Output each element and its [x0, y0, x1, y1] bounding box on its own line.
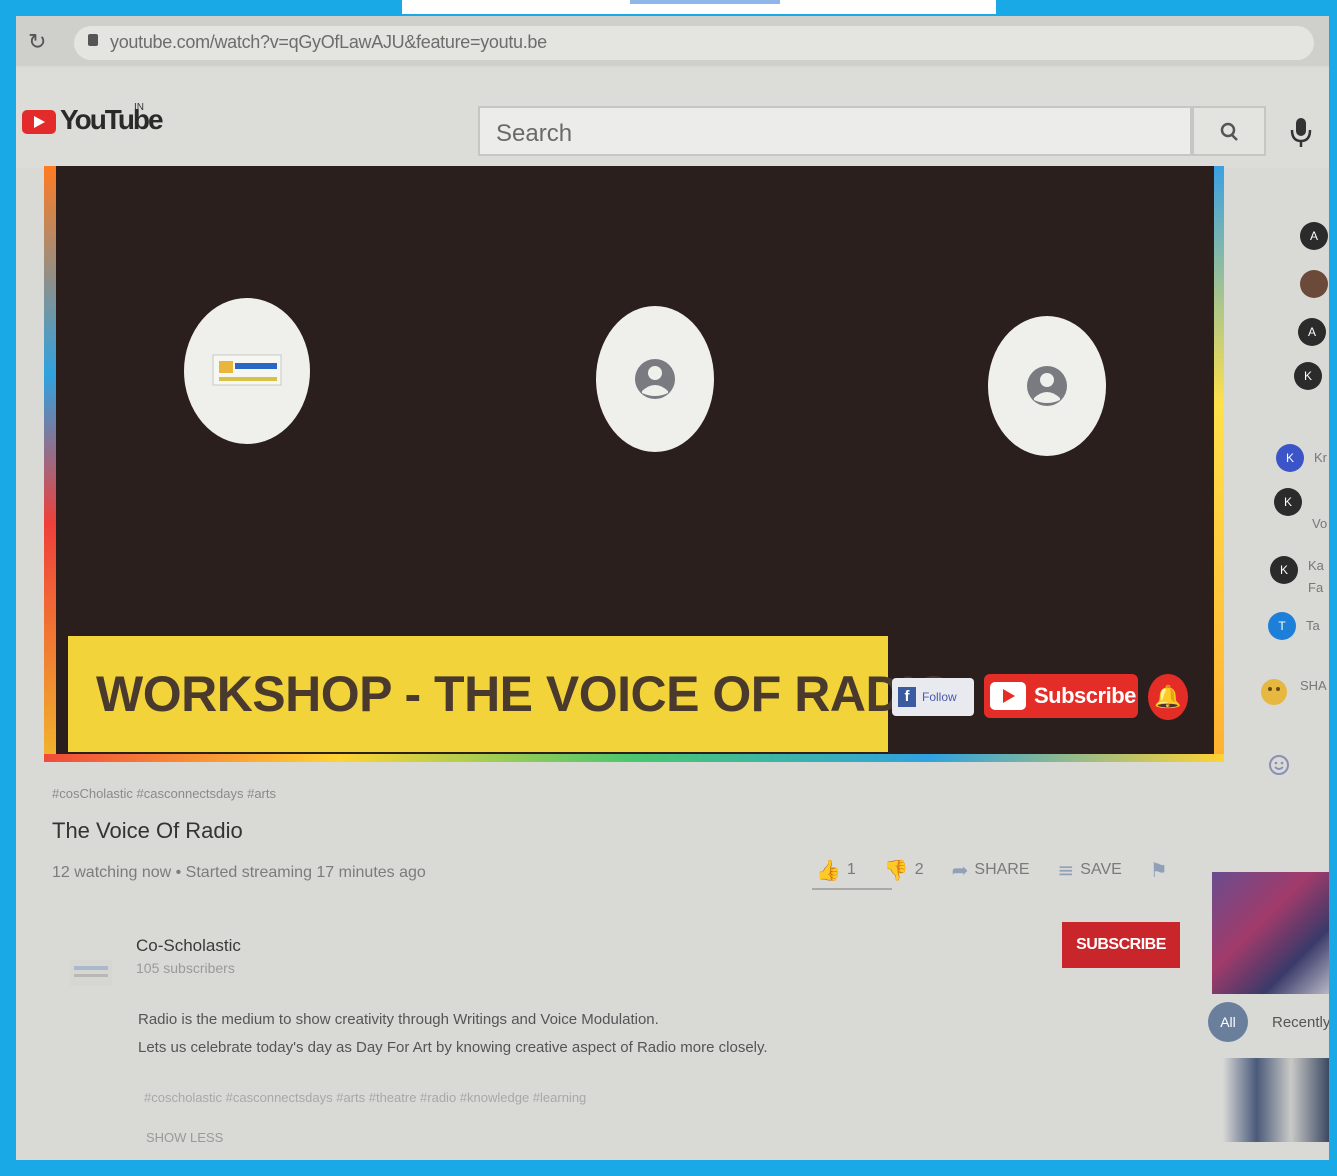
url-text[interactable]: youtube.com/watch?v=qGyOfLawAJU&feature=…: [110, 32, 547, 53]
chat-avatar: K: [1294, 362, 1322, 390]
chat-avatar: T: [1268, 612, 1296, 640]
video-bottom-stripe: [44, 754, 1224, 762]
reload-icon[interactable]: ↻: [28, 30, 46, 55]
thumbs-down-icon: 👎: [883, 858, 909, 882]
facebook-icon: f: [898, 687, 916, 707]
share-icon: ➦: [951, 858, 969, 882]
watch-meta: 12 watching now • Started streaming 17 m…: [52, 864, 426, 881]
show-less-button[interactable]: SHOW LESS: [146, 1130, 223, 1145]
video-hashtags[interactable]: #cosCholastic #casconnectsdays #arts: [52, 786, 276, 801]
dislike-count: 2: [914, 861, 924, 878]
report-button[interactable]: ⚑: [1150, 858, 1168, 882]
channel-avatar[interactable]: [68, 958, 114, 988]
bell-icon: 🔔: [1148, 674, 1188, 720]
chat-author-stub: Vo: [1312, 516, 1328, 531]
channel-name[interactable]: Co-Scholastic: [136, 936, 241, 956]
school-logo-icon: [212, 354, 282, 386]
subscribe-button[interactable]: SUBSCRIBE: [1062, 922, 1180, 968]
user-icon: [635, 359, 675, 399]
browser-address-bar: ↻ youtube.com/watch?v=qGyOfLawAJU&featur…: [16, 16, 1329, 66]
youtube-logo-icon[interactable]: [22, 110, 56, 134]
search-button[interactable]: [1192, 106, 1266, 156]
country-code: IN: [134, 102, 144, 113]
microphone-icon[interactable]: [1286, 114, 1316, 150]
channel-subscribers: 105 subscribers: [136, 960, 235, 976]
search-input[interactable]: Search: [478, 106, 1192, 156]
chat-avatar: K: [1270, 556, 1298, 584]
youtube-header: YouTube IN Search: [16, 68, 1329, 168]
dislike-button[interactable]: 👎 2: [884, 858, 924, 882]
subscribe-overlay-graphic: Subscribe: [984, 674, 1138, 718]
user-icon: [1027, 366, 1067, 406]
video-right-stripe: [1214, 166, 1224, 762]
live-chat-panel: A A K K K K T A K R K Kr Vo Ka Fa Ta SHA: [1234, 166, 1337, 866]
chat-avatar: A: [1298, 318, 1326, 346]
fb-follow-label: Follow: [922, 690, 957, 704]
save-button[interactable]: ≡ SAVE: [1058, 858, 1122, 882]
participant-tile-logo: [184, 298, 310, 444]
chat-emoji-avatar: [1261, 679, 1287, 705]
video-actions: 👍 1 👎 2 ➦ SHARE ≡ SAVE ⚑: [816, 858, 1168, 882]
photo-frame: ↻ youtube.com/watch?v=qGyOfLawAJU&featur…: [0, 0, 1337, 1176]
chat-author-stub: Kr: [1314, 450, 1327, 465]
description-line: Lets us celebrate today's day as Day For…: [138, 1039, 768, 1056]
video-title-banner: WORKSHOP - THE VOICE OF RADIO: [68, 636, 953, 752]
chat-author-stub: Ta: [1306, 618, 1320, 633]
video-description: Radio is the medium to show creativity t…: [138, 1006, 768, 1062]
thumbs-up-icon: 👍: [816, 858, 841, 882]
chat-author-stub: Fa: [1308, 580, 1324, 595]
like-ratio-bar: [812, 888, 892, 890]
participant-tile: [988, 316, 1106, 456]
filter-chip-all[interactable]: All: [1208, 1002, 1248, 1042]
share-label: SHARE: [974, 861, 1030, 878]
youtube-play-icon: [990, 682, 1026, 710]
youtube-logo-text[interactable]: YouTube: [60, 104, 164, 136]
chat-avatar: A: [1300, 222, 1328, 250]
playlist-add-icon: ≡: [1057, 858, 1075, 882]
chat-avatar: K: [1274, 488, 1302, 516]
banner-title: WORKSHOP - THE VOICE OF RADIO: [96, 666, 953, 722]
paper-overlay: [402, 0, 996, 14]
subscribe-overlay-label: Subscribe: [1034, 683, 1136, 708]
video-title: The Voice Of Radio: [52, 818, 243, 843]
like-button[interactable]: 👍 1: [816, 858, 856, 882]
emoji-icon[interactable]: [1268, 754, 1290, 776]
flag-icon: ⚑: [1149, 858, 1168, 882]
share-button[interactable]: ➦ SHARE: [952, 858, 1030, 882]
chat-author-stub: SHA: [1300, 678, 1327, 693]
chat-avatar: K: [1276, 444, 1304, 472]
save-label: SAVE: [1080, 861, 1122, 878]
chat-author-stub: Ka: [1308, 558, 1324, 573]
recommended-video-thumbnail[interactable]: [1212, 872, 1329, 994]
description-hashtags[interactable]: #coscholastic #casconnectsdays #arts #th…: [144, 1090, 586, 1105]
lock-icon: [88, 34, 98, 46]
chat-avatar: [1300, 270, 1328, 298]
search-icon: [1220, 122, 1238, 141]
participant-tile: [596, 306, 714, 452]
video-left-stripe: [44, 166, 56, 762]
like-count: 1: [846, 861, 856, 878]
description-line: Radio is the medium to show creativity t…: [138, 1011, 659, 1028]
filter-chip-recent[interactable]: Recently: [1272, 1014, 1329, 1031]
paper-overlay-mark: [630, 0, 780, 4]
search-placeholder: Search: [496, 120, 573, 147]
recommended-video-thumbnail[interactable]: [1222, 1058, 1329, 1142]
facebook-follow-button: f Follow: [892, 678, 974, 716]
video-player[interactable]: WORKSHOP - THE VOICE OF RADIO f Follow S…: [44, 166, 1224, 762]
chat-author-stub: K: [1330, 366, 1337, 381]
